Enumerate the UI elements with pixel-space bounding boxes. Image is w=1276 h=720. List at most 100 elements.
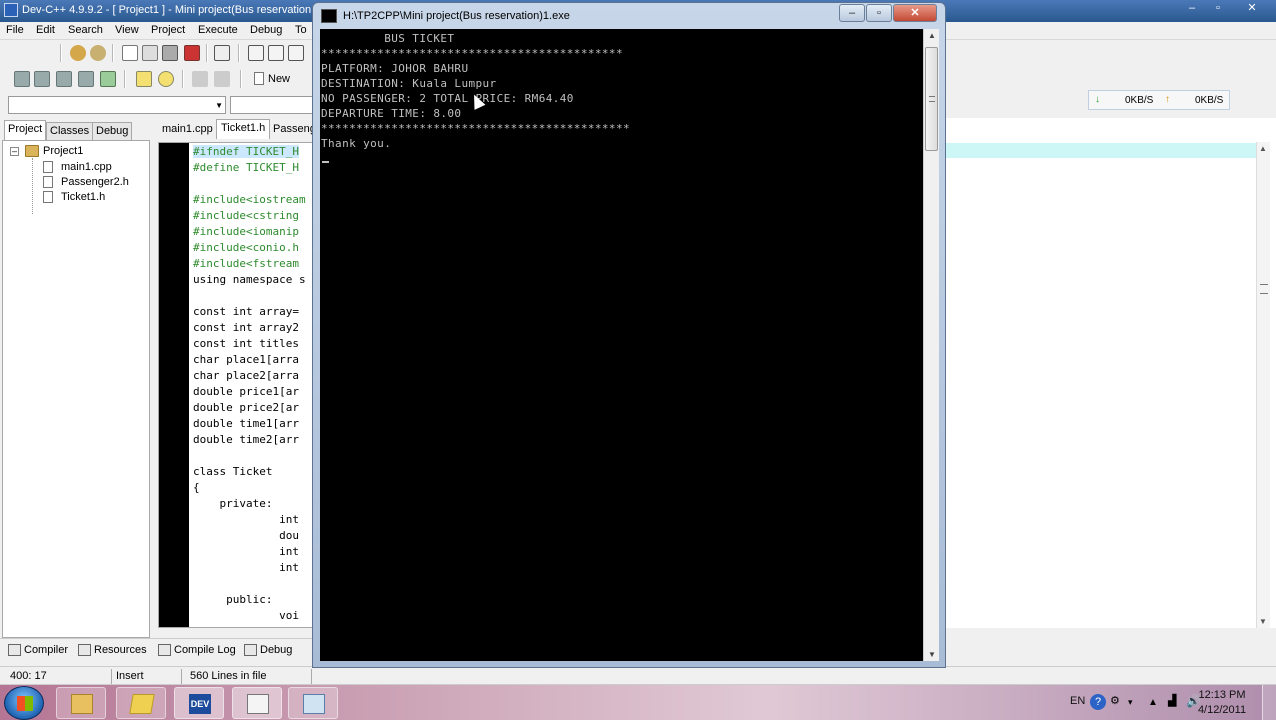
open-icon[interactable] xyxy=(142,45,158,61)
console-minimize-button[interactable]: – xyxy=(839,4,865,22)
taskbar-explorer-button[interactable] xyxy=(56,687,106,719)
scroll-down-icon[interactable]: ▼ xyxy=(1259,617,1267,626)
tree-item-passenger2-h[interactable]: Passenger2.h xyxy=(61,176,129,188)
new-button[interactable]: New xyxy=(252,70,290,88)
show-desktop-button[interactable] xyxy=(1262,685,1276,720)
taskbar-console-button[interactable] xyxy=(288,687,338,719)
code-line: private: xyxy=(193,497,273,510)
rebuild-icon[interactable] xyxy=(78,71,94,87)
tab-debug[interactable]: Debug xyxy=(92,122,133,140)
help-icon[interactable]: ? xyxy=(1090,694,1106,710)
tab-debug-output[interactable]: Debug xyxy=(242,642,292,660)
tab-ticket1-h[interactable]: Ticket1.h xyxy=(216,119,271,139)
console-window-title[interactable]: H:\TP2CPP\Mini project(Bus reservation)1… xyxy=(343,10,570,22)
close-button[interactable]: ✕ xyxy=(1232,1,1272,17)
maximize-button[interactable]: ▫ xyxy=(1206,1,1230,17)
console-scrollbar[interactable]: ▲ ▼ xyxy=(923,29,939,661)
tree-item-project1[interactable]: Project1 xyxy=(43,145,83,157)
menu-tools[interactable]: To xyxy=(295,24,307,36)
code-line: int xyxy=(193,513,299,526)
save-icon[interactable] xyxy=(162,45,178,61)
clock-date[interactable]: 4/12/2011 xyxy=(1192,704,1252,716)
main-toolbar xyxy=(0,40,320,66)
clock-time[interactable]: 12:13 PM xyxy=(1192,689,1252,701)
code-line: voi xyxy=(193,609,299,622)
check-icon xyxy=(244,644,257,656)
tab-compiler[interactable]: Compiler xyxy=(6,642,68,660)
menu-search[interactable]: Search xyxy=(68,24,103,36)
taskbar-folder-button[interactable] xyxy=(116,687,166,719)
minimize-button[interactable]: – xyxy=(1180,1,1204,17)
menu-view[interactable]: View xyxy=(115,24,139,36)
member-combo[interactable] xyxy=(230,96,320,114)
class-browser-icon[interactable] xyxy=(70,45,86,61)
taskbar-devcpp-button[interactable]: DEV xyxy=(174,687,224,719)
language-indicator[interactable]: EN xyxy=(1070,695,1085,707)
about-icon[interactable] xyxy=(158,71,174,87)
scroll-down-icon[interactable]: ▼ xyxy=(928,650,936,659)
close-file-icon[interactable] xyxy=(184,45,200,61)
new-file-icon[interactable] xyxy=(122,45,138,61)
editor-scrollbar[interactable]: ▲ ▼ xyxy=(1256,142,1270,628)
code-editor[interactable]: #ifndef TICKET_H #define TICKET_H #include… xyxy=(158,142,320,628)
input-options-icon[interactable]: ⚙ xyxy=(1110,694,1126,710)
project-panel: Project Classes Debug – Project1 main1.c… xyxy=(0,118,152,638)
tree-item-ticket1-h[interactable]: Ticket1.h xyxy=(61,191,105,203)
tree-item-main1-cpp[interactable]: main1.cpp xyxy=(61,161,112,173)
status-bar: 400: 17 Insert 560 Lines in file xyxy=(0,666,1276,684)
find-file-icon[interactable] xyxy=(248,45,264,61)
network-icon[interactable]: ▟ xyxy=(1168,694,1184,710)
tab-debug-label: Debug xyxy=(260,644,293,656)
tab-compile-log[interactable]: Compile Log xyxy=(156,642,236,660)
code-line: class Ticket xyxy=(193,465,273,478)
menu-execute[interactable]: Execute xyxy=(198,24,238,36)
console-output[interactable]: BUS TICKET ******************************… xyxy=(320,29,923,661)
console-app-icon xyxy=(321,9,337,23)
class-combo[interactable]: ▼ xyxy=(8,96,226,114)
console-close-button[interactable]: ✕ xyxy=(893,4,937,22)
undo-icon[interactable] xyxy=(192,71,208,87)
current-line-highlight xyxy=(946,143,1256,158)
scroll-up-icon[interactable]: ▲ xyxy=(1259,144,1267,153)
tree-expander[interactable]: – xyxy=(10,147,19,156)
print-icon[interactable] xyxy=(214,45,230,61)
tab-project[interactable]: Project xyxy=(4,120,47,141)
tab-classes[interactable]: Classes xyxy=(46,122,94,140)
console-line: ****************************************… xyxy=(321,122,630,135)
help-icon[interactable] xyxy=(136,71,152,87)
run-icon[interactable] xyxy=(34,71,50,87)
menu-edit[interactable]: Edit xyxy=(36,24,55,36)
menu-file[interactable]: File xyxy=(6,24,24,36)
upload-speed: 0KB/S xyxy=(1195,95,1224,106)
code-line: const int array= xyxy=(193,305,299,318)
menu-debug[interactable]: Debug xyxy=(250,24,282,36)
find-next-icon[interactable] xyxy=(288,45,304,61)
compiler-icon xyxy=(8,644,21,656)
console-window: H:\TP2CPP\Mini project(Bus reservation)1… xyxy=(312,2,946,668)
find-icon[interactable] xyxy=(90,45,106,61)
console-maximize-button[interactable]: ▫ xyxy=(866,4,892,22)
input-dropdown-icon[interactable]: ▾ xyxy=(1128,697,1144,713)
toolbar-separator xyxy=(206,44,208,62)
check-icon[interactable] xyxy=(100,71,116,87)
file-icon xyxy=(43,161,53,173)
folder-icon xyxy=(129,694,155,714)
code-line: #include<fstream xyxy=(193,257,299,270)
editor-gutter xyxy=(159,143,189,627)
tab-main1-cpp[interactable]: main1.cpp xyxy=(158,121,217,139)
redo-icon[interactable] xyxy=(214,71,230,87)
replace-icon[interactable] xyxy=(268,45,284,61)
compile-run-icon[interactable] xyxy=(56,71,72,87)
scroll-grip[interactable] xyxy=(1260,284,1268,294)
menu-project[interactable]: Project xyxy=(151,24,185,36)
code-line: #define TICKET_H xyxy=(193,161,299,174)
devcpp-app-icon xyxy=(4,3,18,17)
scroll-up-icon[interactable]: ▲ xyxy=(928,31,936,40)
compile-icon[interactable] xyxy=(14,71,30,87)
tab-resources[interactable]: Resources xyxy=(76,642,147,660)
taskbar-notepad-button[interactable] xyxy=(232,687,282,719)
scroll-thumb[interactable] xyxy=(925,47,938,151)
show-hidden-icons[interactable]: ▲ xyxy=(1148,697,1164,713)
start-button[interactable] xyxy=(4,686,44,720)
network-speed-widget: ↓ 0KB/S ↑ 0KB/S xyxy=(1088,90,1230,110)
